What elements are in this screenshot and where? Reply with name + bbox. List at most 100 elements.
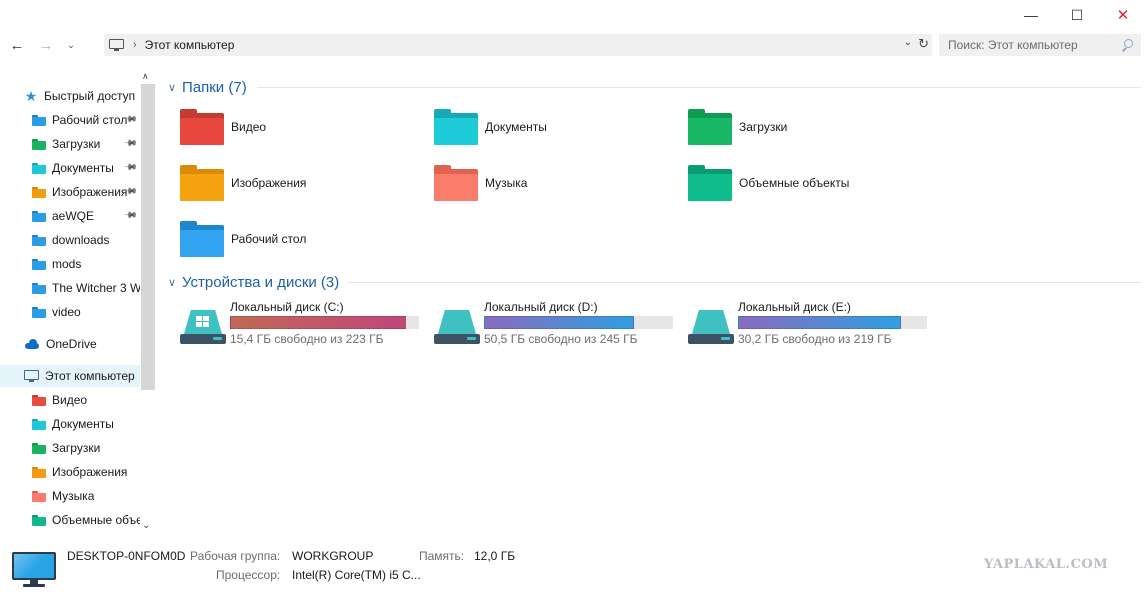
sidebar-item[interactable]: mods	[0, 253, 140, 275]
folder-icon	[32, 306, 46, 318]
folder-icon	[434, 165, 478, 201]
sidebar-item[interactable]: Изображения 📌	[0, 181, 140, 203]
drive-tile[interactable]: Локальный диск (D:) 50,5 ГБ свободно из 2…	[434, 300, 684, 350]
sidebar-item[interactable]: video	[0, 301, 140, 323]
minimize-button[interactable]: —	[1008, 0, 1054, 30]
scroll-up-icon[interactable]: ∧	[142, 71, 149, 82]
sidebar-item[interactable]: aeWQE 📌	[0, 205, 140, 227]
navigation-scrollbar-thumb[interactable]	[141, 84, 155, 390]
sidebar-item[interactable]: downloads	[0, 229, 140, 251]
drives-group-header[interactable]: ∨ Устройства и диски (3)	[168, 272, 339, 292]
folder-icon	[32, 186, 46, 198]
sidebar-item[interactable]: Документы	[0, 413, 140, 435]
sidebar-item-label: Объемные объекты	[52, 513, 140, 527]
close-button[interactable]: ✕	[1100, 0, 1146, 30]
sidebar-item-label: Видео	[52, 393, 88, 407]
pin-icon: 📌	[123, 159, 139, 175]
drive-name: Локальный диск (D:)	[484, 300, 598, 314]
sidebar-item[interactable]: Этот компьютер	[0, 365, 140, 387]
folder-tile[interactable]: Музыка	[434, 163, 527, 203]
sidebar-item[interactable]: Загрузки	[0, 437, 140, 459]
drive-usage-bar	[230, 316, 419, 329]
folder-label: Видео	[231, 120, 267, 134]
folder-icon	[32, 466, 46, 478]
folder-tile[interactable]: Документы	[434, 107, 547, 147]
memory-value: 12,0 ГБ	[474, 549, 516, 563]
sidebar-item-label: Быстрый доступ	[44, 89, 136, 103]
sidebar-item-label: Музыка	[52, 489, 95, 503]
cloud-icon	[24, 339, 40, 349]
computer-icon	[24, 369, 39, 383]
sidebar-item-label: Изображения	[52, 185, 128, 199]
folder-tile[interactable]: Объемные объекты	[688, 163, 849, 203]
sidebar-item-label: Загрузки	[52, 137, 101, 151]
sidebar-item[interactable]: Музыка	[0, 485, 140, 507]
search-icon[interactable]	[1121, 39, 1133, 52]
folder-icon	[32, 210, 46, 222]
back-button[interactable]: ←	[6, 34, 28, 56]
forward-button[interactable]: →	[35, 34, 57, 56]
refresh-icon[interactable]: ↻	[918, 36, 929, 52]
hard-drive-icon	[180, 310, 226, 346]
folder-tile[interactable]: Видео	[180, 107, 266, 147]
maximize-button[interactable]: ☐	[1054, 0, 1100, 30]
address-dropdown-icon[interactable]: ⌄	[904, 37, 912, 48]
drive-tile[interactable]: Локальный диск (E:) 30,2 ГБ свободно из 2…	[688, 300, 938, 350]
sidebar-item[interactable]: ★ Быстрый доступ	[0, 85, 140, 107]
hard-drive-icon	[434, 310, 480, 346]
folder-icon	[32, 442, 46, 454]
folder-tile[interactable]: Изображения	[180, 163, 306, 203]
folder-tile[interactable]: Загрузки	[688, 107, 787, 147]
address-bar[interactable]: › Этот компьютер ⌄ ↻	[104, 34, 932, 56]
folder-icon	[32, 394, 46, 406]
sidebar-item-label: downloads	[52, 233, 110, 247]
sidebar-item[interactable]: The Witcher 3 W	[0, 277, 140, 299]
drive-tile[interactable]: Локальный диск (C:) 15,4 ГБ свободно из 2…	[180, 300, 430, 350]
folder-icon	[180, 221, 224, 257]
sidebar-item[interactable]: Документы 📌	[0, 157, 140, 179]
breadcrumb-this-pc[interactable]: Этот компьютер	[145, 38, 235, 52]
pin-icon: 📌	[123, 207, 139, 223]
folder-label: Загрузки	[739, 120, 788, 134]
folder-label: Документы	[485, 120, 547, 134]
folder-icon	[688, 165, 732, 201]
folder-icon	[32, 514, 46, 526]
details-pane: DESKTOP-0NFOM0D Рабочая группа: WORKGROU…	[0, 540, 1146, 595]
sidebar-item[interactable]: Объемные объекты	[0, 509, 140, 531]
search-placeholder: Поиск: Этот компьютер	[948, 38, 1078, 52]
search-input[interactable]: Поиск: Этот компьютер	[939, 34, 1141, 56]
sidebar-item-label: Документы	[52, 417, 114, 431]
folder-tile[interactable]: Рабочий стол	[180, 219, 306, 259]
cpu-value: Intel(R) Core(TM) i5 C...	[292, 568, 421, 582]
workgroup-value: WORKGROUP	[292, 549, 374, 563]
sidebar-item[interactable]: Загрузки 📌	[0, 133, 140, 155]
chevron-down-icon[interactable]: ∨	[168, 81, 180, 94]
workgroup-label: Рабочая группа:	[190, 549, 281, 563]
navigation-pane[interactable]: ★ Быстрый доступ Рабочий стол 📌 Загрузки 📌 Док…	[0, 70, 156, 540]
chevron-down-icon[interactable]: ∨	[168, 276, 180, 289]
sidebar-item-label: Рабочий стол	[52, 113, 128, 127]
scroll-down-icon[interactable]: ⌄	[142, 520, 150, 531]
sidebar-item-label: Загрузки	[52, 441, 101, 455]
folder-icon	[32, 162, 46, 174]
sidebar-item[interactable]: OneDrive	[0, 333, 140, 355]
cpu-label: Процессор:	[216, 568, 281, 582]
computer-name: DESKTOP-0NFOM0D	[67, 549, 186, 563]
drive-usage-bar	[484, 316, 673, 329]
recent-locations-button[interactable]: ⌄	[60, 34, 82, 56]
sidebar-item-label: mods	[52, 257, 82, 271]
folder-icon	[180, 165, 224, 201]
sidebar-item[interactable]: Рабочий стол 📌	[0, 109, 140, 131]
computer-icon	[109, 38, 124, 52]
sidebar-item[interactable]: Изображения	[0, 461, 140, 483]
folder-label: Музыка	[485, 176, 528, 190]
folder-icon	[32, 114, 46, 126]
folder-label: Объемные объекты	[739, 176, 850, 190]
sidebar-item[interactable]: Видео	[0, 389, 140, 411]
drive-free-space: 30,2 ГБ свободно из 219 ГБ	[738, 332, 892, 346]
breadcrumb-separator[interactable]: ›	[133, 39, 137, 51]
sidebar-item-label: Документы	[52, 161, 114, 175]
folders-group-header[interactable]: ∨ Папки (7)	[168, 77, 247, 97]
folder-icon	[32, 258, 46, 270]
windows-logo-icon	[196, 316, 210, 328]
